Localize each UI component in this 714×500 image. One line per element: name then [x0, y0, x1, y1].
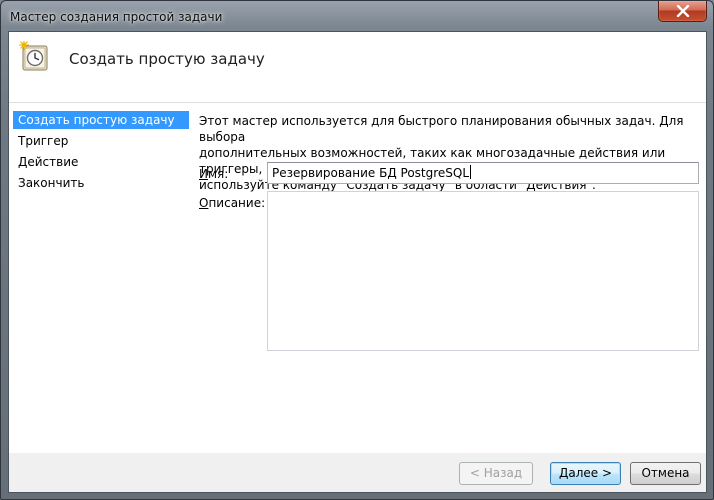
task-description-textarea[interactable]: [267, 191, 699, 351]
wizard-content: Создать простую задачу Триггер Действие …: [9, 103, 706, 453]
next-button[interactable]: Далее >: [550, 462, 621, 485]
wizard-window: Мастер создания простой задачи Создать п…: [0, 0, 714, 500]
close-icon: [676, 5, 689, 17]
close-button[interactable]: [658, 1, 707, 22]
nav-item-label: Действие: [18, 155, 79, 169]
title-bar[interactable]: Мастер создания простой задачи: [1, 1, 713, 31]
back-button[interactable]: < Назад: [459, 462, 533, 485]
task-name-input[interactable]: Резервирование БД PostgreSQL: [267, 162, 699, 184]
nav-item-label: Триггер: [18, 134, 69, 148]
name-label-accesskey: И: [199, 167, 208, 181]
description-label: Описание:: [199, 196, 265, 210]
nav-item-label: Создать простую задачу: [18, 113, 175, 127]
description-line: Этот мастер используется для быстрого пл…: [199, 114, 684, 144]
task-name-value: Резервирование БД PostgreSQL: [272, 166, 470, 180]
page-title: Создать простую задачу: [69, 50, 265, 68]
name-label: Имя:: [199, 167, 228, 181]
task-clock-icon: [19, 41, 48, 71]
nav-item-action[interactable]: Действие: [13, 153, 189, 171]
nav-item-label: Закончить: [18, 176, 85, 190]
nav-item-create-task[interactable]: Создать простую задачу: [13, 111, 189, 129]
name-label-text: мя:: [207, 167, 229, 181]
wizard-client-area: Создать простую задачу Создать простую з…: [8, 31, 707, 493]
wizard-header: Создать простую задачу: [9, 32, 706, 103]
text-caret: [470, 165, 472, 179]
description-label-text: писание:: [208, 196, 266, 210]
window-title: Мастер создания простой задачи: [10, 10, 223, 24]
nav-item-trigger[interactable]: Триггер: [13, 132, 189, 150]
wizard-footer: < Назад Далее > Отмена: [9, 453, 706, 492]
wizard-steps-nav: Создать простую задачу Триггер Действие …: [9, 103, 189, 453]
nav-item-finish[interactable]: Закончить: [13, 174, 189, 192]
cancel-button[interactable]: Отмена: [630, 462, 701, 485]
